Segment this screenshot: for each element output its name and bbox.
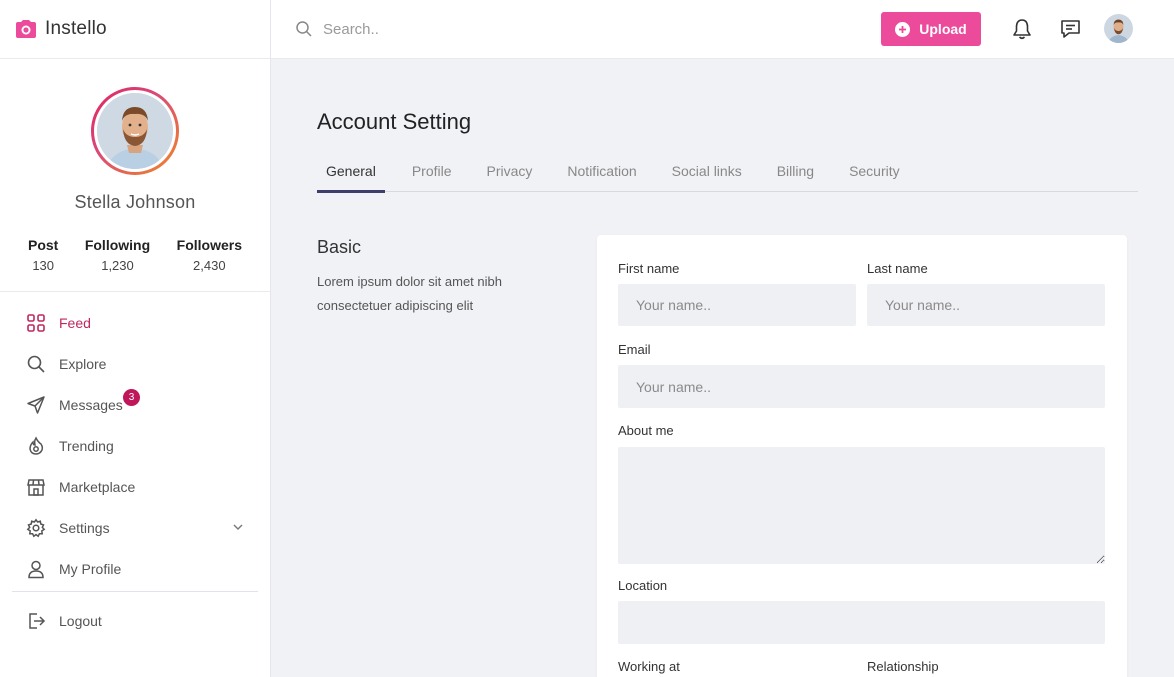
- stat-value: 2,430: [193, 258, 226, 273]
- messages-count-badge: 3: [123, 389, 140, 406]
- about-me-textarea[interactable]: [618, 447, 1105, 564]
- divider: [12, 591, 258, 592]
- profile-card: Stella Johnson: [0, 59, 270, 213]
- location-label: Location: [618, 578, 668, 593]
- last-name-label: Last name: [867, 261, 928, 276]
- topbar: Upload: [271, 0, 1174, 59]
- stat-label: Post: [28, 237, 59, 253]
- last-name-field[interactable]: [867, 284, 1105, 326]
- stat-followers: Followers 2,430: [177, 237, 242, 273]
- section-description: Lorem ipsum dolor sit amet nibh consecte…: [317, 274, 502, 313]
- stat-posts: Post 130: [28, 237, 58, 273]
- stat-value: 1,230: [101, 258, 134, 273]
- user-icon: [28, 560, 44, 578]
- tab-security[interactable]: Security: [849, 155, 900, 192]
- chevron-down-icon[interactable]: [232, 521, 244, 533]
- email-label: Email: [618, 342, 651, 357]
- gear-icon: [26, 518, 46, 537]
- stat-label: Following: [84, 237, 151, 253]
- upload-button[interactable]: Upload: [881, 12, 981, 46]
- tab-privacy[interactable]: Privacy: [487, 155, 533, 192]
- sidebar-item-my-profile[interactable]: My Profile: [0, 548, 270, 589]
- profile-name[interactable]: Stella Johnson: [0, 192, 270, 213]
- sidebar-nav: Feed Explore Messages 3 Trending Marketp…: [0, 292, 270, 641]
- tab-social-links[interactable]: Social links: [672, 155, 742, 192]
- search-icon: [27, 355, 45, 373]
- chat-icon[interactable]: [1060, 19, 1081, 39]
- tab-general[interactable]: General: [317, 155, 385, 193]
- upload-label: Upload: [919, 21, 967, 37]
- working-at-label: Working at: [618, 659, 680, 674]
- search-input[interactable]: [323, 18, 623, 40]
- sidebar-item-explore[interactable]: Explore: [0, 343, 270, 384]
- main-content: Account Setting General Profile Privacy …: [271, 59, 1174, 677]
- sidebar-item-label: Messages: [59, 396, 123, 413]
- sidebar-item-label: Trending: [59, 437, 114, 454]
- stat-value: 130: [32, 258, 55, 273]
- profile-avatar[interactable]: [91, 87, 179, 175]
- plus-circle-icon: [895, 21, 911, 37]
- relationship-label: Relationship: [867, 659, 939, 674]
- sidebar-item-marketplace[interactable]: Marketplace: [0, 466, 270, 507]
- app-name: Instello: [45, 18, 107, 39]
- tab-billing[interactable]: Billing: [777, 155, 814, 192]
- logout-label: Logout: [59, 612, 102, 629]
- location-field[interactable]: [618, 601, 1105, 644]
- first-name-label: First name: [618, 261, 680, 276]
- first-name-field[interactable]: [618, 284, 856, 326]
- profile-stats: Post 130 Following 1,230 Followers 2,430: [0, 237, 270, 273]
- stat-label: Followers: [176, 237, 242, 253]
- stat-following: Following 1,230: [85, 237, 150, 273]
- store-icon: [27, 478, 45, 496]
- sidebar-item-settings[interactable]: Settings: [0, 507, 270, 548]
- page-title: Account Setting: [317, 109, 472, 134]
- sidebar-item-label: My Profile: [59, 560, 122, 577]
- sidebar-item-label: Settings: [59, 519, 110, 536]
- logo[interactable]: Instello: [0, 0, 270, 59]
- settings-tabs: General Profile Privacy Notification Soc…: [317, 155, 1138, 193]
- avatar-photo: [97, 93, 173, 169]
- basic-settings-form: First name Last name Email About me Loca…: [597, 235, 1127, 677]
- camera-logo-icon: [16, 20, 36, 38]
- grid-icon: [27, 313, 45, 332]
- search-icon: [296, 21, 312, 37]
- sidebar-item-label: Marketplace: [59, 478, 136, 495]
- sidebar-item-feed[interactable]: Feed: [0, 302, 270, 343]
- send-icon: [27, 395, 45, 414]
- sidebar-item-trending[interactable]: Trending: [0, 425, 270, 466]
- avatar[interactable]: [1104, 14, 1133, 43]
- sidebar-item-label: Explore: [59, 355, 107, 372]
- sidebar: Instello Stella Johnson Post 130 Followi…: [0, 0, 271, 677]
- tab-profile[interactable]: Profile: [412, 155, 452, 192]
- about-me-label: About me: [618, 423, 674, 438]
- bell-icon[interactable]: [1012, 18, 1032, 40]
- sidebar-item-label: Feed: [59, 314, 91, 331]
- fire-icon: [29, 436, 44, 455]
- tab-notification[interactable]: Notification: [567, 155, 636, 192]
- section-title: Basic: [317, 237, 362, 257]
- sidebar-item-messages[interactable]: Messages 3: [0, 384, 270, 425]
- logout-button[interactable]: Logout: [0, 600, 270, 641]
- logout-icon: [29, 612, 46, 629]
- email-field[interactable]: [618, 365, 1105, 408]
